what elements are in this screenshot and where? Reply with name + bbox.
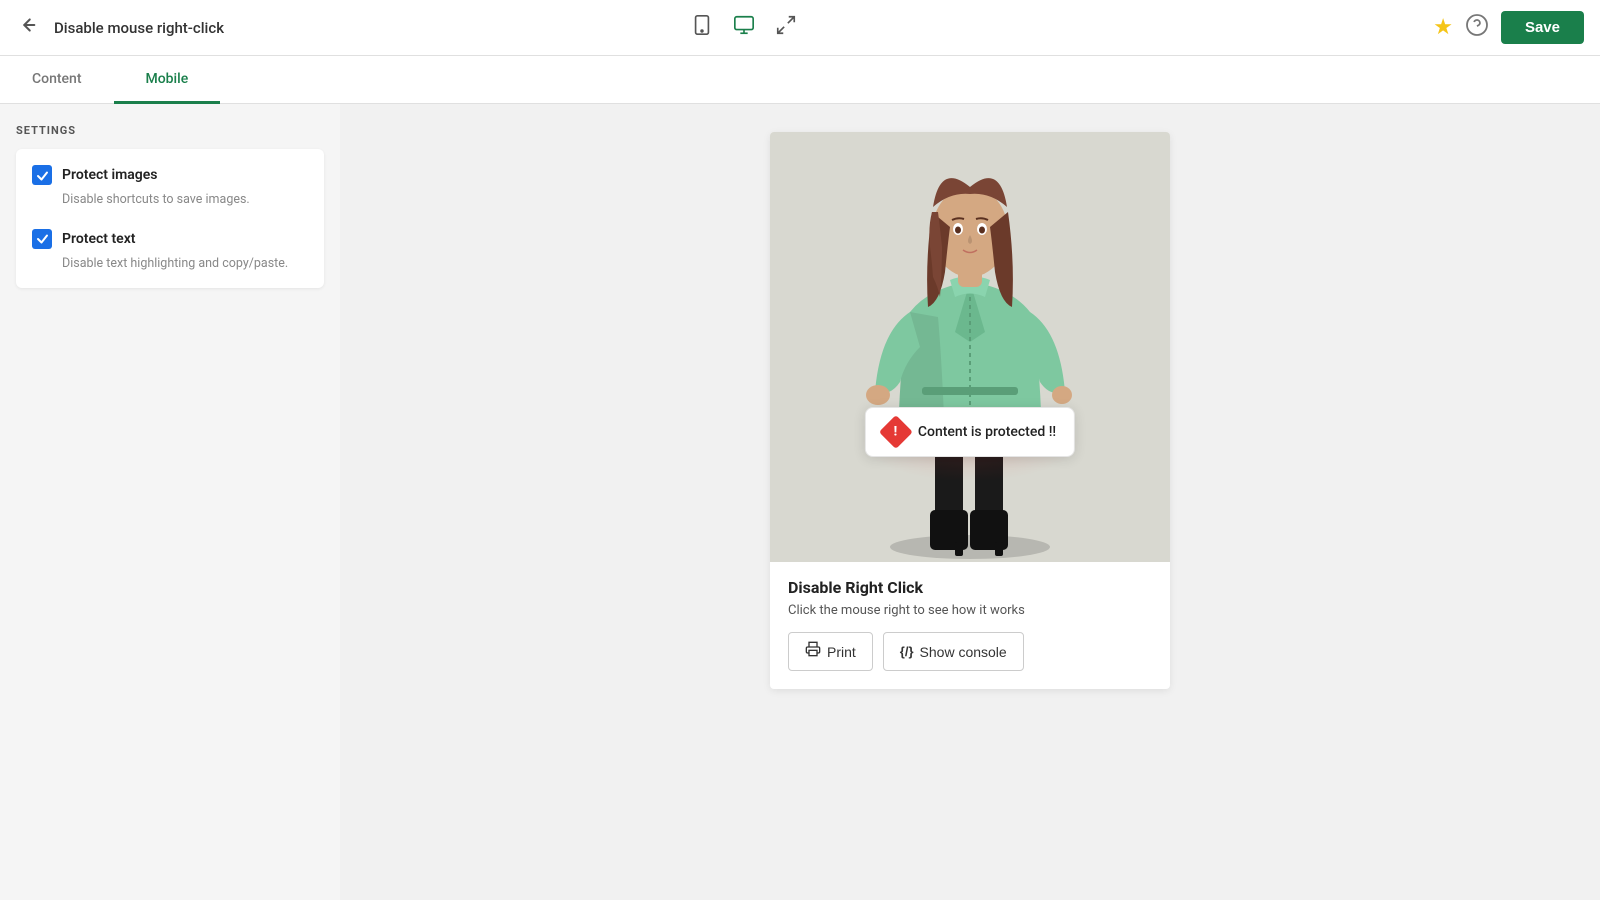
tablet-icon[interactable] [691,14,713,41]
show-console-button[interactable]: {/} Show console [883,632,1024,671]
tabs: Content Mobile [0,56,1600,104]
tab-mobile[interactable]: Mobile [114,57,221,104]
header: Disable mouse right-click ★ Save [0,0,1600,56]
card-footer: Disable Right Click Click the mouse righ… [770,562,1170,689]
card-actions: Print {/} Show console [788,632,1152,671]
desktop-icon[interactable] [733,14,755,41]
protect-text-desc: Disable text highlighting and copy/paste… [32,255,308,273]
sidebar: SETTINGS Protect images Disable shortcut… [0,104,340,900]
setting-protect-text: Protect text Disable text highlighting a… [32,229,308,273]
console-icon: {/} [900,644,914,659]
page-title: Disable mouse right-click [54,19,691,37]
back-button[interactable] [16,14,38,41]
protect-images-title: Protect images [62,167,157,183]
content-protected-tooltip: Content is protected !! [865,407,1075,457]
checkbox-protect-images[interactable] [32,165,52,185]
card-desc: Click the mouse right to see how it work… [788,603,1152,618]
fullscreen-icon[interactable] [775,14,797,41]
save-button[interactable]: Save [1501,11,1584,44]
image-container: Content is protected !! [770,132,1170,562]
checkbox-protect-text[interactable] [32,229,52,249]
setting-row-images: Protect images [32,165,308,185]
protect-images-desc: Disable shortcuts to save images. [32,191,308,209]
preview-area: Content is protected !! Disable Right Cl… [340,104,1600,900]
help-icon[interactable] [1465,13,1489,43]
device-switcher [691,14,797,41]
tooltip-text: Content is protected !! [918,424,1056,440]
header-right: ★ Save [1433,11,1584,44]
print-icon [805,641,821,662]
setting-row-text: Protect text [32,229,308,249]
setting-protect-images: Protect images Disable shortcuts to save… [32,165,308,209]
tab-content[interactable]: Content [0,57,114,104]
print-button[interactable]: Print [788,632,873,671]
settings-label: SETTINGS [16,124,324,137]
settings-card: Protect images Disable shortcuts to save… [16,149,324,288]
fashion-image [770,132,1170,562]
warning-diamond-icon [879,415,913,449]
card-title: Disable Right Click [788,578,1152,597]
star-icon[interactable]: ★ [1433,15,1453,40]
main-layout: SETTINGS Protect images Disable shortcut… [0,104,1600,900]
protect-text-title: Protect text [62,231,136,247]
preview-card: Content is protected !! Disable Right Cl… [770,132,1170,689]
